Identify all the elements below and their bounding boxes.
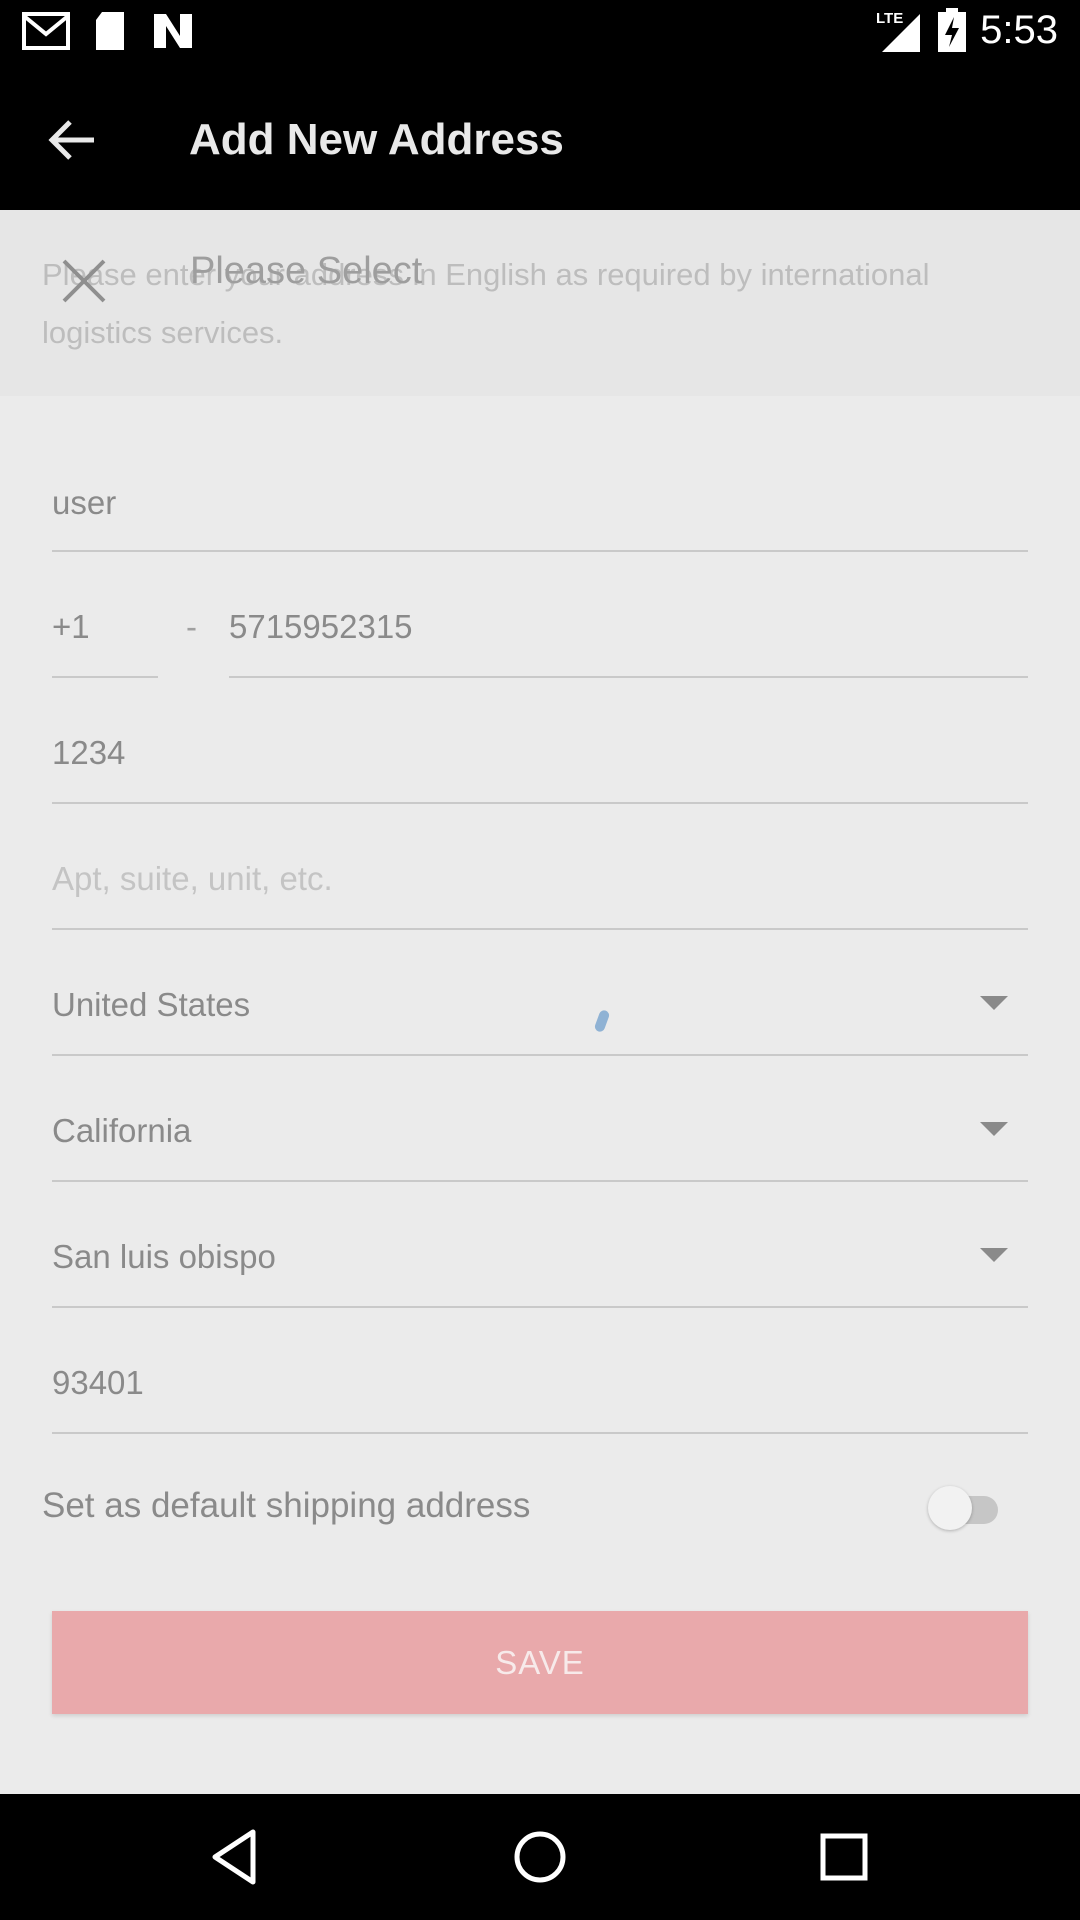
state-select[interactable]: California xyxy=(52,1056,1028,1182)
address-line2-field[interactable]: Apt, suite, unit, etc. xyxy=(52,804,1028,930)
n-logo-icon xyxy=(154,14,192,48)
address-line1-field[interactable]: 1234 xyxy=(52,678,1028,804)
phone-code-value: +1 xyxy=(52,608,90,645)
address-line2-placeholder: Apt, suite, unit, etc. xyxy=(52,860,333,897)
address-line1-value: 1234 xyxy=(52,734,126,771)
home-circle-icon[interactable] xyxy=(505,1822,575,1892)
chevron-down-icon xyxy=(980,996,1008,1010)
toggle-thumb xyxy=(928,1486,972,1530)
default-address-toggle[interactable] xyxy=(928,1486,1006,1530)
save-label: SAVE xyxy=(495,1644,585,1681)
phone-code-field[interactable]: +1 xyxy=(52,552,158,678)
country-value: United States xyxy=(52,986,251,1023)
recents-square-icon[interactable] xyxy=(809,1822,879,1892)
phone-number-field[interactable]: 5715952315 xyxy=(229,552,1028,678)
overlay-title: Please Select xyxy=(190,250,423,292)
battery-charging-icon xyxy=(938,8,966,52)
zip-value: 93401 xyxy=(52,1364,144,1401)
sd-card-icon xyxy=(96,12,124,50)
chevron-down-icon xyxy=(980,1248,1008,1262)
city-value: San luis obispo xyxy=(52,1238,276,1275)
save-button[interactable]: SAVE xyxy=(52,1611,1028,1714)
status-bar: LTE 5:53 xyxy=(0,0,1080,63)
name-field[interactable]: user xyxy=(52,426,1028,552)
phone-number-value: 5715952315 xyxy=(229,608,413,645)
page-title: Add New Address xyxy=(189,115,564,164)
arrow-back-icon[interactable] xyxy=(36,103,110,177)
signal-icon xyxy=(882,14,920,52)
status-time: 5:53 xyxy=(980,8,1058,52)
state-value: California xyxy=(52,1112,192,1149)
toolbar: Add New Address xyxy=(0,63,1080,210)
zip-field[interactable]: 93401 xyxy=(52,1308,1028,1434)
select-overlay-header: Please Select xyxy=(0,210,1080,330)
country-select[interactable]: United States xyxy=(52,930,1028,1056)
name-value: user xyxy=(52,484,117,521)
gmail-icon xyxy=(22,12,70,50)
city-select[interactable]: San luis obispo xyxy=(52,1182,1028,1308)
back-triangle-icon[interactable] xyxy=(201,1822,271,1892)
chevron-down-icon xyxy=(980,1122,1008,1136)
navigation-bar xyxy=(0,1794,1080,1920)
phone-separator: - xyxy=(186,608,197,645)
add-address-screen: LTE 5:53 Add New Address Please enter yo… xyxy=(0,0,1080,1920)
close-icon[interactable] xyxy=(56,253,112,309)
default-address-label: Set as default shipping address xyxy=(42,1486,531,1525)
